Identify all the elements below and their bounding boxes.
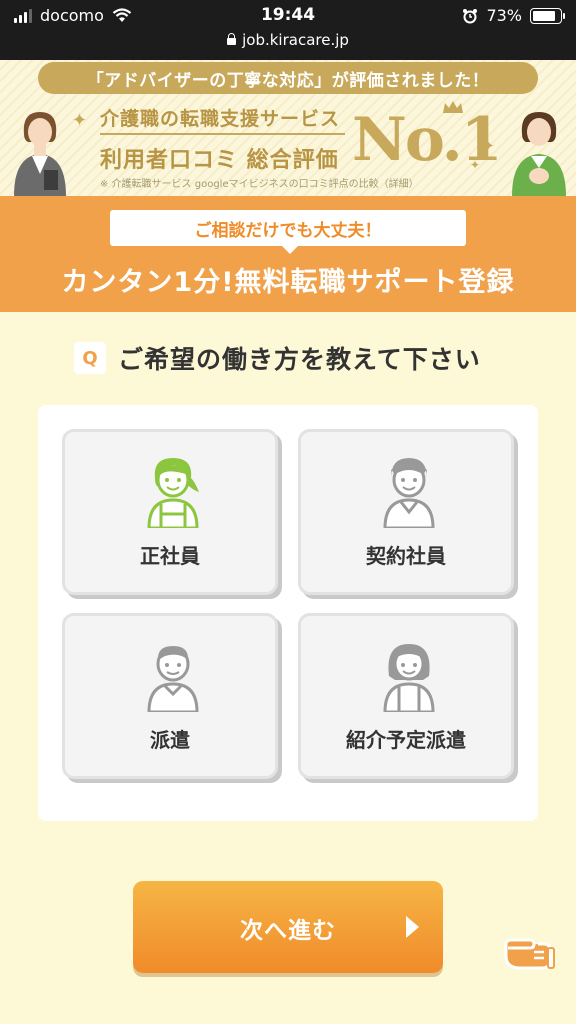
url-text: job.kiracare.jp (242, 31, 349, 49)
promo-banner[interactable]: 「アドバイザーの丁寧な対応」が評価されました！ ✦ ✦ ✦ 介護職の転職支援サー… (0, 60, 576, 196)
pointing-hand-icon (504, 938, 555, 970)
banner-pill: 「アドバイザーの丁寧な対応」が評価されました！ (38, 62, 538, 94)
question-row: Q ご希望の働き方を教えて下さい (74, 340, 481, 376)
alarm-icon (463, 8, 478, 23)
option-label: 契約社員 (366, 544, 446, 568)
dispatch-worker-icon (147, 646, 199, 712)
option-full-time[interactable]: 正社員 (62, 429, 278, 595)
next-button[interactable]: 次へ進む (133, 881, 443, 973)
option-label: 派遣 (150, 728, 190, 752)
option-temp-to-perm[interactable]: 紹介予定派遣 (298, 613, 514, 779)
question-badge: Q (74, 342, 106, 374)
employment-type-options: 正社員 契約社員 派遣 紹介予定派遣 (38, 405, 538, 821)
sparkle-icon: ✦ (72, 110, 88, 131)
reassurance-bubble: ご相談だけでも大丈夫！ (110, 210, 466, 254)
banner-footnote[interactable]: ※ 介護転職サービス googleマイビジネスの口コミ評点の比較（詳細） (100, 175, 419, 190)
arrow-right-icon (406, 916, 419, 938)
banner-divider (100, 133, 345, 135)
full-time-worker-icon (147, 458, 199, 528)
option-label: 紹介予定派遣 (346, 728, 466, 752)
next-button-label: 次へ進む (240, 918, 336, 944)
question-text: ご希望の働き方を教えて下さい (118, 345, 481, 374)
no1-badge: No.1 (352, 105, 502, 175)
contract-worker-icon (383, 458, 435, 528)
advisor-woman-illustration (14, 112, 66, 196)
option-dispatch[interactable]: 派遣 (62, 613, 278, 779)
banner-service-text: 介護職の転職支援サービス (100, 108, 341, 130)
option-contract[interactable]: 契約社員 (298, 429, 514, 595)
registration-header: ご相談だけでも大丈夫！ カンタン1分!無料転職サポート登録 (0, 196, 576, 312)
address-bar[interactable]: job.kiracare.jp (0, 31, 576, 49)
advisor-woman-green-illustration (512, 112, 566, 196)
temp-to-perm-worker-icon (383, 644, 435, 712)
lock-icon (227, 33, 237, 45)
battery-percent: 73% (486, 6, 522, 25)
option-label: 正社員 (140, 544, 200, 568)
battery-icon (530, 7, 565, 24)
banner-rating-text: 利用者口コミ 総合評価 (100, 148, 339, 173)
registration-title: カンタン1分!無料転職サポート登録 (61, 267, 515, 298)
status-bar: docomo 19:44 73% job.kiracare.jp (0, 0, 576, 60)
